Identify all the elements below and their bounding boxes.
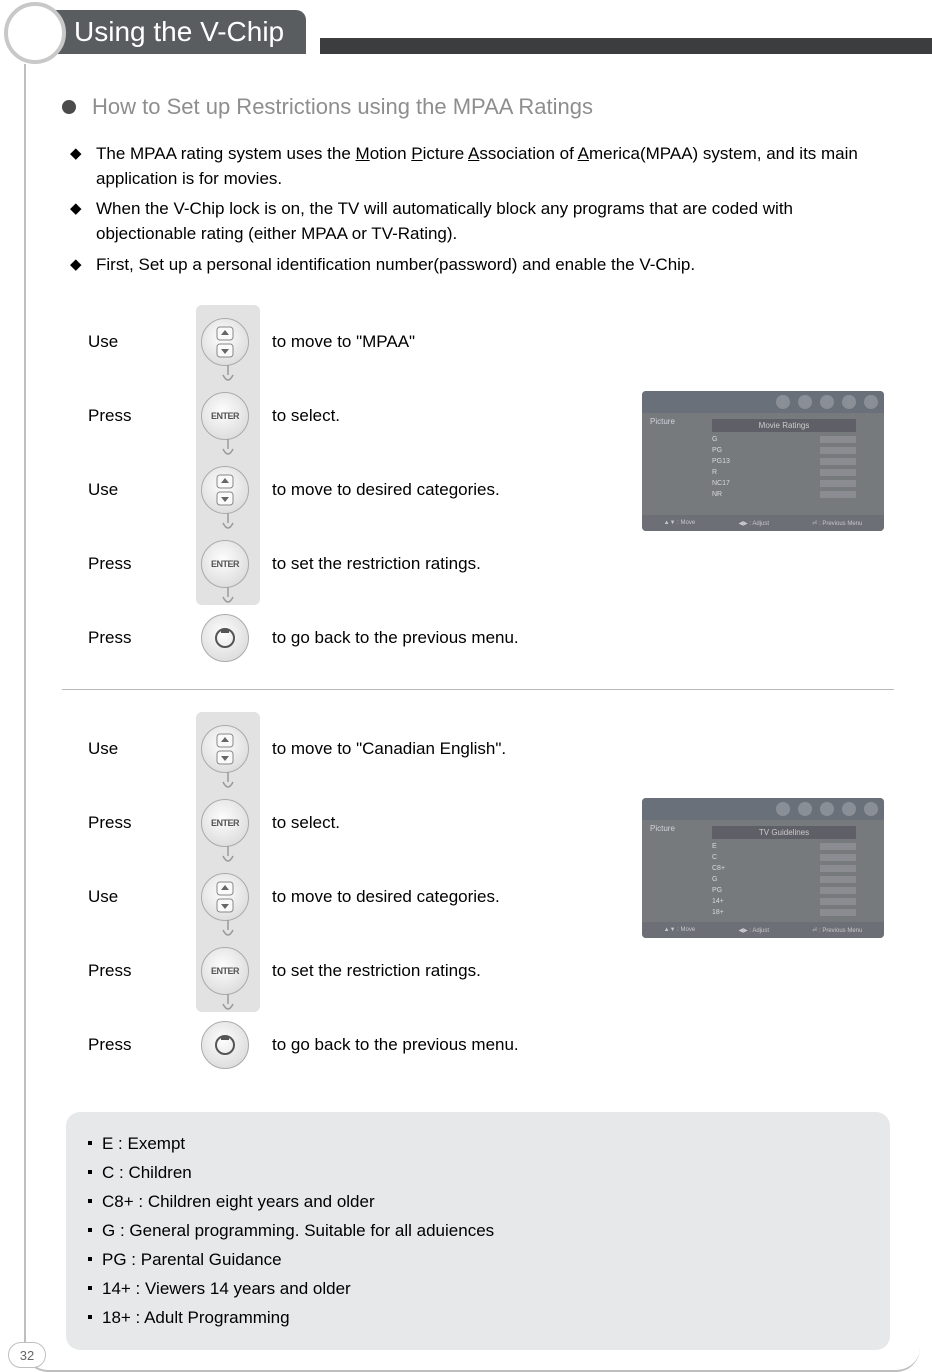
- rating-definition: G : General programming. Suitable for al…: [88, 1217, 868, 1246]
- rating-definition: 14+ : Viewers 14 years and older: [88, 1275, 868, 1304]
- step-row: Press ENTER to set the restriction ratings…: [88, 527, 894, 601]
- rating-definition: C8+ : Children eight years and older: [88, 1188, 868, 1217]
- rating-definition: E : Exempt: [88, 1130, 868, 1159]
- ratings-note-box: E : ExemptC : ChildrenC8+ : Children eig…: [66, 1112, 890, 1350]
- step-action-label: Use: [88, 480, 178, 500]
- step-row: Use to move to "MPAA": [88, 305, 894, 379]
- enter-button-icon: ENTER: [201, 799, 249, 847]
- divider: [62, 689, 894, 690]
- step-description: to go back to the previous menu.: [272, 628, 894, 648]
- enter-button-icon: ENTER: [201, 947, 249, 995]
- step-action-label: Press: [88, 813, 178, 833]
- down-arrow-icon: [218, 992, 238, 1014]
- section-heading: How to Set up Restrictions using the MPA…: [62, 94, 894, 120]
- step-row: Press to go back to the previous menu.: [88, 1008, 894, 1082]
- step-description: to set the restriction ratings.: [272, 961, 894, 981]
- menu-button-icon: [201, 1021, 249, 1069]
- intro-line-2: When the V-Chip lock is on, the TV will …: [96, 197, 894, 246]
- up-down-button-icon: [201, 725, 249, 773]
- page-number: 32: [8, 1342, 46, 1368]
- diamond-icon: ◆: [70, 254, 90, 278]
- up-down-button-icon: [201, 873, 249, 921]
- section-heading-text: How to Set up Restrictions using the MPA…: [92, 94, 593, 120]
- step-description: to move to "MPAA": [272, 332, 894, 352]
- tv-screenshot-1: Picture Movie Ratings GPGPG13RNC17NR ▲▼ …: [642, 391, 884, 531]
- step-action-label: Press: [88, 628, 178, 648]
- bullet-icon: [62, 100, 76, 114]
- page-title: Using the V-Chip: [38, 10, 306, 54]
- intro-line-1: The MPAA rating system uses the Motion P…: [96, 142, 894, 191]
- title-bar: Using the V-Chip: [0, 8, 932, 64]
- rating-definition: PG : Parental Guidance: [88, 1246, 868, 1275]
- down-arrow-icon: [218, 585, 238, 607]
- step-action-label: Press: [88, 406, 178, 426]
- step-action-label: Use: [88, 739, 178, 759]
- rating-definition: 18+ : Adult Programming: [88, 1304, 868, 1333]
- step-description: to move to "Canadian English".: [272, 739, 894, 759]
- step-row: Press to go back to the previous menu.: [88, 601, 894, 675]
- step-action-label: Press: [88, 961, 178, 981]
- step-row: Press ENTER to set the restriction ratings…: [88, 934, 894, 1008]
- step-description: to set the restriction ratings.: [272, 554, 894, 574]
- rating-definition: C : Children: [88, 1159, 868, 1188]
- down-arrow-icon: [218, 844, 238, 866]
- diamond-icon: ◆: [70, 198, 90, 246]
- steps-canadian: Picture TV Guidelines ECC8+GPG14+18+ ▲▼ …: [88, 712, 894, 1082]
- step-action-label: Press: [88, 1035, 178, 1055]
- step-action-label: Press: [88, 554, 178, 574]
- step-row: Use to move to "Canadian English".: [88, 712, 894, 786]
- down-arrow-icon: [218, 918, 238, 940]
- enter-button-icon: ENTER: [201, 392, 249, 440]
- up-down-button-icon: [201, 318, 249, 366]
- down-arrow-icon: [218, 363, 238, 385]
- tv-screenshot-2: Picture TV Guidelines ECC8+GPG14+18+ ▲▼ …: [642, 798, 884, 938]
- intro-line-3: First, Set up a personal identification …: [96, 253, 695, 278]
- steps-mpaa: Picture Movie Ratings GPGPG13RNC17NR ▲▼ …: [88, 305, 894, 675]
- intro-bullets: ◆ The MPAA rating system uses the Motion…: [70, 142, 894, 277]
- up-down-button-icon: [201, 466, 249, 514]
- step-action-label: Use: [88, 887, 178, 907]
- menu-button-icon: [201, 614, 249, 662]
- down-arrow-icon: [218, 437, 238, 459]
- down-arrow-icon: [218, 511, 238, 533]
- diamond-icon: ◆: [70, 143, 90, 191]
- step-description: to go back to the previous menu.: [272, 1035, 894, 1055]
- enter-button-icon: ENTER: [201, 540, 249, 588]
- down-arrow-icon: [218, 770, 238, 792]
- corner-circle: [4, 2, 66, 64]
- title-stripe: [320, 38, 932, 54]
- step-action-label: Use: [88, 332, 178, 352]
